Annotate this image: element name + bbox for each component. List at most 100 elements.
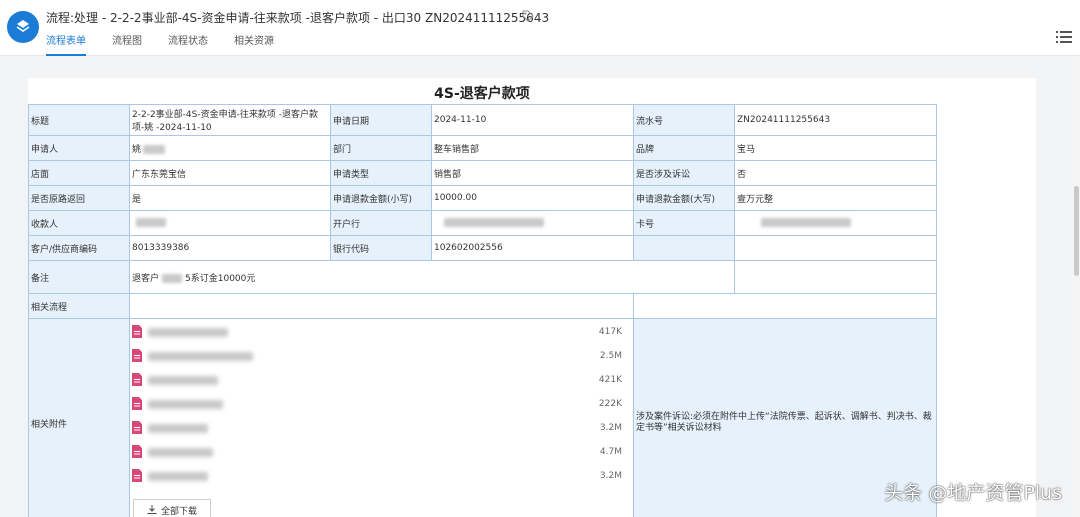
field-label-amount-small: 申请退款金额(小写) xyxy=(330,185,432,211)
field-empty-label xyxy=(633,235,735,261)
redacted-bank xyxy=(444,218,544,227)
field-value-return: 是 xyxy=(129,185,331,211)
attachment-item[interactable]: 2.5M xyxy=(132,347,626,367)
vertical-scrollbar[interactable] xyxy=(1072,56,1080,517)
attachment-size: 3.2M xyxy=(599,471,622,481)
field-label-related-flow: 相关流程 xyxy=(28,293,130,319)
tab-related-resources[interactable]: 相关资源 xyxy=(234,34,274,56)
download-all-button[interactable]: 全部下载 xyxy=(133,499,211,517)
field-label-apply-type: 申请类型 xyxy=(330,160,432,186)
tab-process-status[interactable]: 流程状态 xyxy=(168,34,208,56)
attachment-name-redacted xyxy=(148,424,208,433)
field-empty-remark xyxy=(734,260,937,294)
form-row-remark: 备注 退客户 5系订金10000元 xyxy=(28,260,937,294)
attachment-size: 4.7M xyxy=(599,447,622,457)
attachment-item[interactable]: 417K xyxy=(132,323,626,343)
form-table: 标题 2-2-2事业部-4S-资金申请-往来款项 -退客户款项-姚 -2024-… xyxy=(28,104,937,517)
field-value-apply-type: 销售部 xyxy=(431,160,634,186)
field-label-apply-date: 申请日期 xyxy=(330,104,432,136)
field-label-return: 是否原路返回 xyxy=(28,185,130,211)
form-row-codes: 客户/供应商编码 8013339386 银行代码 102602002556 xyxy=(28,235,937,261)
remark-suffix: 5系订金10000元 xyxy=(185,273,256,284)
field-value-bank-code: 102602002556 xyxy=(431,235,634,261)
field-label-brand: 品牌 xyxy=(633,135,735,161)
menu-icon[interactable] xyxy=(1056,30,1072,44)
attachment-name-redacted xyxy=(148,376,218,385)
attachment-item[interactable]: 3.2M xyxy=(132,419,626,439)
tab-bar: 流程表单 流程图 流程状态 相关资源 xyxy=(46,34,300,56)
attachment-item[interactable]: 421K xyxy=(132,371,626,391)
pdf-file-icon xyxy=(132,421,142,434)
field-label-title: 标题 xyxy=(28,104,130,136)
redacted-payee xyxy=(136,218,166,227)
field-value-amount-small: 10000.00 xyxy=(431,185,634,211)
form-row-attachments: 相关附件 417K 2.5M 421K 222K 3.2M 4.7M 3.2M … xyxy=(28,318,937,517)
field-label-lawsuit: 是否涉及诉讼 xyxy=(633,160,735,186)
attachment-item[interactable]: 3.2M xyxy=(132,467,626,487)
form-title: 4S-退客户款项 xyxy=(434,86,530,102)
pdf-file-icon xyxy=(132,469,142,482)
pdf-file-icon xyxy=(132,397,142,410)
form-row-applicant: 申请人 姚 部门 整车销售部 品牌 宝马 xyxy=(28,135,937,161)
download-icon xyxy=(147,505,157,514)
field-value-title: 2-2-2事业部-4S-资金申请-往来款项 -退客户款项-姚 -2024-11-… xyxy=(129,104,331,136)
form-row-payee: 收款人 开户行 卡号 xyxy=(28,210,937,236)
remark-prefix: 退客户 xyxy=(132,273,160,284)
field-value-bank xyxy=(431,210,634,236)
field-empty-value xyxy=(734,235,937,261)
form-row-store: 店面 广东东莞宝信 申请类型 销售部 是否涉及诉讼 否 xyxy=(28,160,937,186)
field-label-bank: 开户行 xyxy=(330,210,432,236)
field-value-brand: 宝马 xyxy=(734,135,937,161)
field-label-card: 卡号 xyxy=(633,210,735,236)
field-label-applicant: 申请人 xyxy=(28,135,130,161)
attachment-size: 417K xyxy=(598,327,622,337)
redacted-name xyxy=(143,144,166,154)
redacted-card xyxy=(761,218,851,227)
field-value-amount-big: 壹万元整 xyxy=(734,185,937,211)
attachment-name-redacted xyxy=(148,472,208,481)
attachment-list: 417K 2.5M 421K 222K 3.2M 4.7M 3.2M 全部下载 xyxy=(129,318,634,517)
field-value-payee xyxy=(129,210,331,236)
attachment-item[interactable]: 222K xyxy=(132,395,626,415)
field-empty-related-flow xyxy=(633,293,937,319)
attachment-name-redacted xyxy=(148,400,223,409)
field-label-customer-code: 客户/供应商编码 xyxy=(28,235,130,261)
download-all-label: 全部下载 xyxy=(160,506,197,517)
field-label-dept: 部门 xyxy=(330,135,432,161)
field-label-serial: 流水号 xyxy=(633,104,735,136)
watermark-text: 头条 @地产资管Plus xyxy=(884,482,1062,504)
field-value-card xyxy=(734,210,937,236)
form-row-title: 标题 2-2-2事业部-4S-资金申请-往来款项 -退客户款项-姚 -2024-… xyxy=(28,104,937,136)
attachment-name-redacted xyxy=(148,448,213,457)
title-bar: 流程:处理 - 2-2-2事业部-4S-资金申请-往来款项 -退客户款项 - 出… xyxy=(0,0,1080,56)
field-value-dept: 整车销售部 xyxy=(431,135,634,161)
window-title: 流程:处理 - 2-2-2事业部-4S-资金申请-往来款项 -退客户款项 - 出… xyxy=(46,11,550,25)
field-label-remark: 备注 xyxy=(28,260,130,294)
tab-process-chart[interactable]: 流程图 xyxy=(112,34,142,56)
tab-process-form[interactable]: 流程表单 xyxy=(46,34,86,56)
field-label-bank-code: 银行代码 xyxy=(330,235,432,261)
field-value-serial: ZN20241111255643 xyxy=(734,104,937,136)
field-value-apply-date: 2024-11-10 xyxy=(431,104,634,136)
form-paper: 4S-退客户款项 标题 2-2-2事业部-4S-资金申请-往来款项 -退客户款项… xyxy=(28,78,1036,517)
field-value-lawsuit: 否 xyxy=(734,160,937,186)
scroll-thumb[interactable] xyxy=(1074,186,1079,276)
tag-icon[interactable] xyxy=(521,9,535,23)
field-label-store: 店面 xyxy=(28,160,130,186)
form-row-related-flow: 相关流程 xyxy=(28,293,937,319)
pdf-file-icon xyxy=(132,445,142,458)
field-value-related-flow[interactable] xyxy=(129,293,634,319)
attachment-item[interactable]: 4.7M xyxy=(132,443,626,463)
attachment-name-redacted xyxy=(148,352,253,361)
attachment-size: 421K xyxy=(598,375,622,385)
attachment-size: 222K xyxy=(598,399,622,409)
applicant-name: 姚 xyxy=(132,144,142,155)
attachment-name-redacted xyxy=(148,328,228,337)
field-value-remark: 退客户 5系订金10000元 xyxy=(129,260,735,294)
pdf-file-icon xyxy=(132,349,142,362)
attachment-size: 3.2M xyxy=(599,423,622,433)
attachment-size: 2.5M xyxy=(599,351,622,361)
redacted-customer xyxy=(162,273,183,283)
field-value-store: 广东东莞宝信 xyxy=(129,160,331,186)
pdf-file-icon xyxy=(132,373,142,386)
